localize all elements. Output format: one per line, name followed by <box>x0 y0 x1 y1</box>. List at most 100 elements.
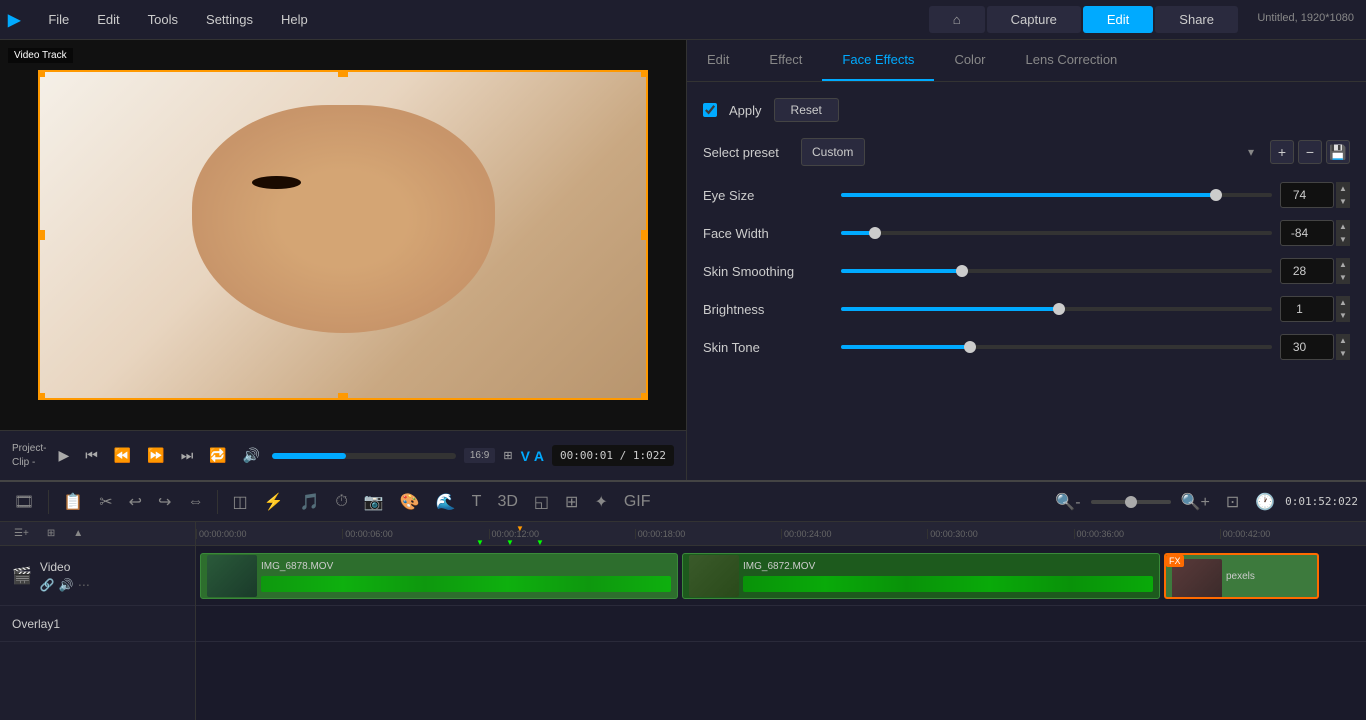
timeline-split-button[interactable]: ⚡ <box>258 488 290 516</box>
spin-up-2[interactable]: ▲ <box>1336 258 1350 271</box>
handle-bottom-right[interactable] <box>641 393 648 400</box>
clock-button[interactable]: 🕐 <box>1249 488 1281 516</box>
track-content-area[interactable]: 00:00:00:00 00:00:06:00 00:00:12:00 00:0… <box>196 522 1366 720</box>
spin-down-0[interactable]: ▼ <box>1336 195 1350 208</box>
tab-edit[interactable]: Edit <box>687 40 749 81</box>
step-forward-button[interactable]: ⏩ <box>143 443 168 468</box>
slider-value-1[interactable] <box>1280 220 1334 246</box>
preset-select[interactable]: Custom Natural Portrait Smooth <box>801 138 865 166</box>
handle-mid-right[interactable] <box>641 230 648 240</box>
spin-up-1[interactable]: ▲ <box>1336 220 1350 233</box>
slider-track-2[interactable] <box>841 269 1272 273</box>
timeline-in-button[interactable]: ◫ <box>226 488 253 516</box>
reset-button[interactable]: Reset <box>774 98 839 122</box>
tab-lens-correction[interactable]: Lens Correction <box>1006 40 1138 81</box>
clip-2[interactable]: IMG_6872.MOV <box>682 553 1160 599</box>
timeline-motion-button[interactable]: 🌊 <box>430 488 462 516</box>
handle-mid-left[interactable] <box>38 230 45 240</box>
handle-top-right[interactable] <box>641 70 648 77</box>
track-settings-button[interactable]: ⊞ <box>41 524 61 543</box>
slider-thumb-1[interactable] <box>869 227 881 239</box>
fit-button[interactable]: ⊡ <box>1220 488 1245 516</box>
tab-face-effects[interactable]: Face Effects <box>822 40 934 81</box>
timeline-mask-button[interactable]: ◱ <box>528 488 555 516</box>
spin-up-3[interactable]: ▲ <box>1336 296 1350 309</box>
slider-value-3[interactable] <box>1280 296 1334 322</box>
zoom-out-button[interactable]: 🔍- <box>1049 488 1086 516</box>
handle-top-mid[interactable] <box>338 70 348 77</box>
timeline-crop-button[interactable]: ⊞ <box>559 488 584 516</box>
timeline-speed-button[interactable]: ⏱ <box>329 489 353 515</box>
zoom-in-button[interactable]: 🔍+ <box>1175 488 1216 516</box>
next-button[interactable]: ⏭ <box>177 443 198 468</box>
menu-edit[interactable]: Edit <box>89 8 127 31</box>
spin-up-0[interactable]: ▲ <box>1336 182 1350 195</box>
face-simulation <box>40 72 646 398</box>
preset-save-button[interactable]: 💾 <box>1326 140 1350 164</box>
timeline-clip-button[interactable]: 📋 <box>57 488 89 516</box>
step-back-button[interactable]: ⏪ <box>110 443 135 468</box>
audio-icon[interactable]: 🔊 <box>59 578 74 592</box>
clip-1[interactable]: IMG_6878.MOV <box>200 553 678 599</box>
timeline-audio-button[interactable]: 🎵 <box>294 488 326 516</box>
zoom-slider[interactable] <box>1091 500 1171 504</box>
tab-effect[interactable]: Effect <box>749 40 822 81</box>
spin-btns-3: ▲ ▼ <box>1336 296 1350 322</box>
add-audio-button[interactable]: ▲ <box>67 524 89 543</box>
timeline-ai-button[interactable]: ✦ <box>588 488 613 516</box>
link-icon[interactable]: 🔗 <box>40 578 55 592</box>
timeline-camera-button[interactable]: 📷 <box>358 488 390 516</box>
apply-checkbox[interactable] <box>703 103 717 117</box>
handle-top-left[interactable] <box>38 70 45 77</box>
menu-help[interactable]: Help <box>273 8 316 31</box>
add-track-button[interactable]: ☰+ <box>8 524 35 543</box>
spin-down-3[interactable]: ▼ <box>1336 309 1350 322</box>
clip-3[interactable]: FX pexels <box>1164 553 1319 599</box>
timeline-redo-button[interactable]: ↪ <box>152 488 177 516</box>
volume-button[interactable]: 🔊 <box>239 443 264 468</box>
menu-tools[interactable]: Tools <box>140 8 186 31</box>
slider-row-eye-size: Eye Size ▲ ▼ <box>703 182 1350 208</box>
progress-bar[interactable] <box>272 453 456 459</box>
slider-value-4[interactable] <box>1280 334 1334 360</box>
timeline-trim-button[interactable]: ✂ <box>93 488 118 516</box>
preset-remove-button[interactable]: − <box>1298 140 1322 164</box>
slider-thumb-0[interactable] <box>1210 189 1222 201</box>
timeline-text-button[interactable]: T <box>466 489 488 515</box>
timeline-gif-button[interactable]: GIF <box>618 489 657 515</box>
slider-value-2[interactable] <box>1280 258 1334 284</box>
slider-thumb-2[interactable] <box>956 265 968 277</box>
aspect-button[interactable]: ⊞ <box>499 445 516 466</box>
nav-edit-button[interactable]: Edit <box>1083 6 1153 33</box>
nav-capture-button[interactable]: Capture <box>987 6 1081 33</box>
spin-down-2[interactable]: ▼ <box>1336 271 1350 284</box>
spin-down-4[interactable]: ▼ <box>1336 347 1350 360</box>
slider-track-1[interactable] <box>841 231 1272 235</box>
more-icon[interactable]: ⋯ <box>78 578 90 592</box>
tab-color[interactable]: Color <box>934 40 1005 81</box>
preset-add-button[interactable]: + <box>1270 140 1294 164</box>
loop-button[interactable]: 🔁 <box>205 443 230 468</box>
play-button[interactable]: ▶ <box>54 443 73 468</box>
handle-bottom-mid[interactable] <box>338 393 348 400</box>
timeline-undo-button[interactable]: ↩ <box>123 488 148 516</box>
nav-home-button[interactable]: ⌂ <box>929 6 985 33</box>
spin-up-4[interactable]: ▲ <box>1336 334 1350 347</box>
menu-settings[interactable]: Settings <box>198 8 261 31</box>
slider-thumb-4[interactable] <box>964 341 976 353</box>
menu-file[interactable]: File <box>40 8 77 31</box>
nav-share-button[interactable]: Share <box>1155 6 1238 33</box>
slider-track-0[interactable] <box>841 193 1272 197</box>
slider-value-0[interactable] <box>1280 182 1334 208</box>
timeline-3d-button[interactable]: 3D <box>491 489 523 515</box>
timeline-extend-button[interactable]: ⇔ <box>181 489 209 515</box>
slider-track-4[interactable] <box>841 345 1272 349</box>
prev-button[interactable]: ⏮ <box>81 443 102 468</box>
zoom-thumb[interactable] <box>1125 496 1137 508</box>
timeline-color-button[interactable]: 🎨 <box>394 488 426 516</box>
slider-track-3[interactable] <box>841 307 1272 311</box>
handle-bottom-left[interactable] <box>38 393 45 400</box>
timeline-film-button[interactable]: 🎞 <box>8 488 40 516</box>
slider-thumb-3[interactable] <box>1053 303 1065 315</box>
spin-down-1[interactable]: ▼ <box>1336 233 1350 246</box>
